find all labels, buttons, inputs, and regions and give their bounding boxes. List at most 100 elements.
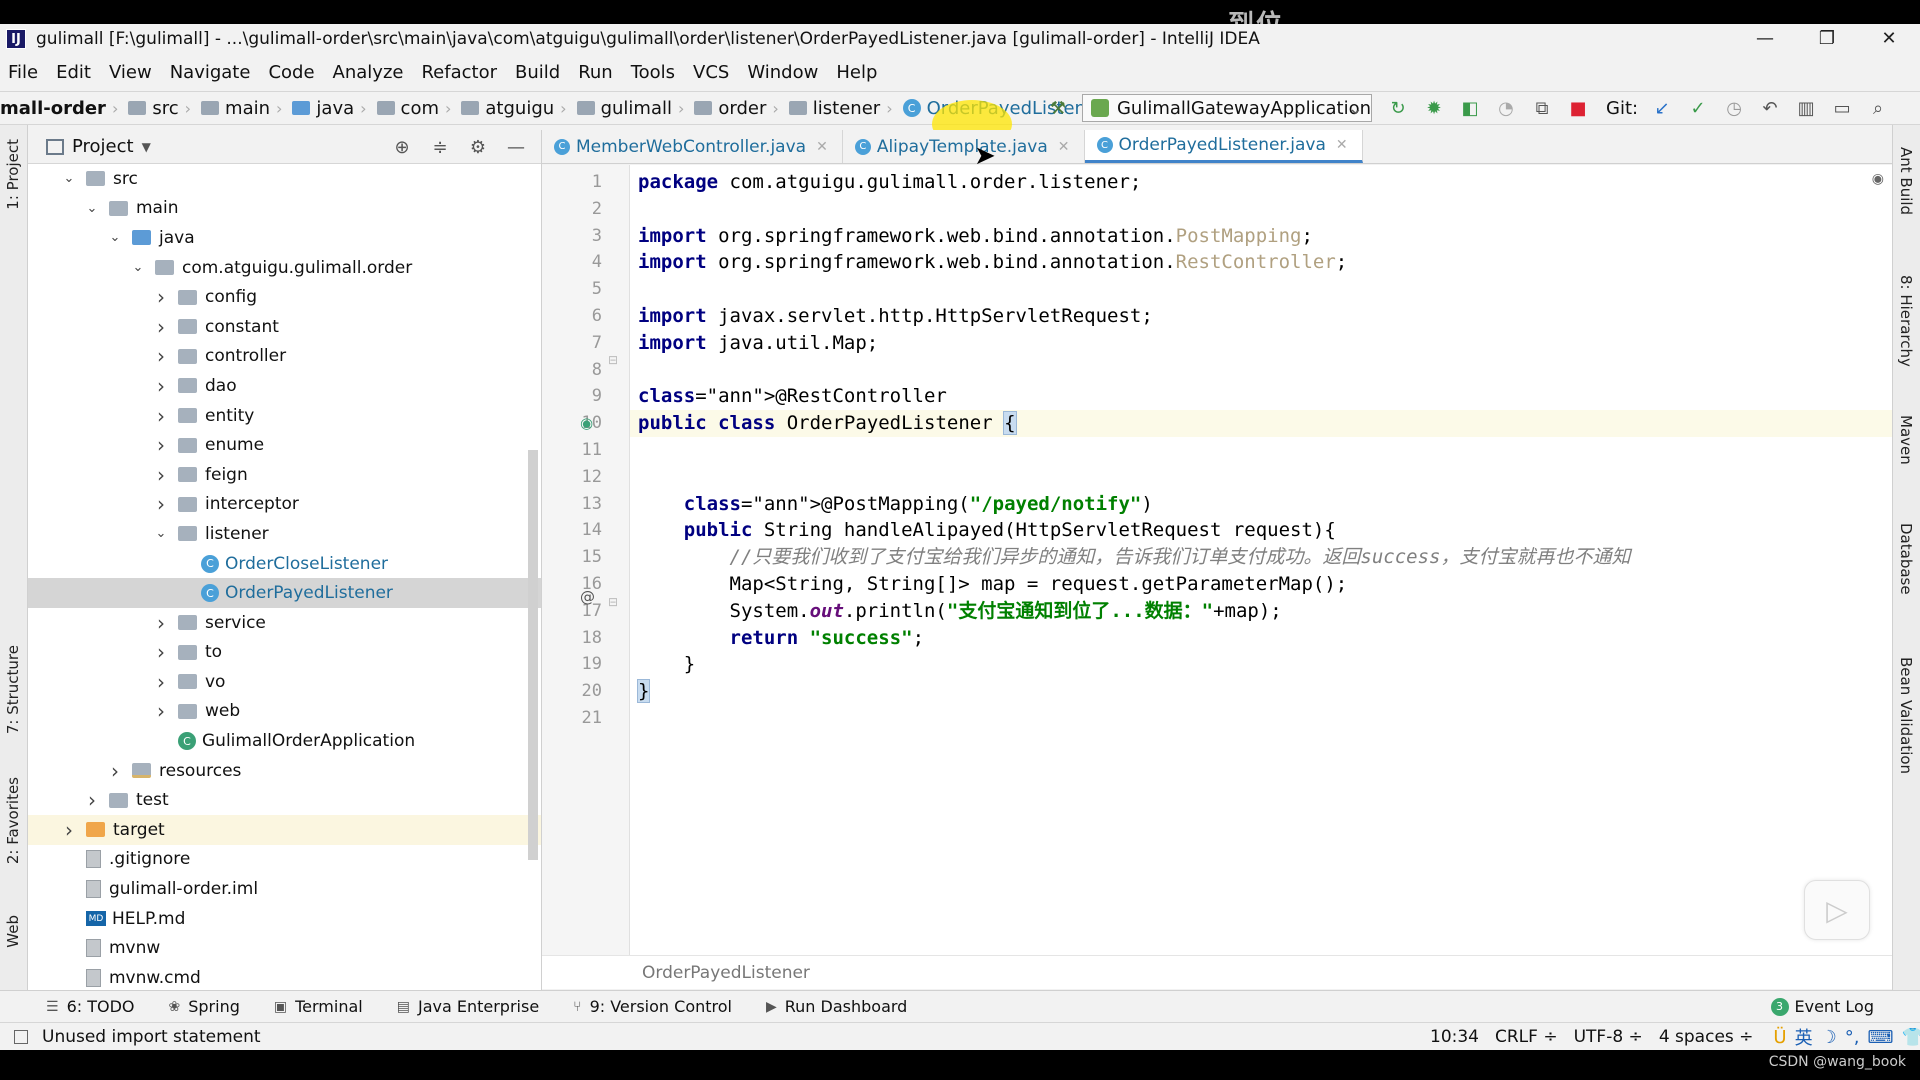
tree-item[interactable]: ⌄ src bbox=[28, 164, 541, 194]
project-view-select[interactable]: Project ▼ bbox=[46, 136, 151, 157]
tab-hierarchy[interactable]: 8: Hierarchy bbox=[1897, 275, 1915, 367]
tree-item[interactable]: › vo bbox=[28, 667, 541, 697]
chevron-right-icon[interactable]: › bbox=[154, 285, 168, 309]
chevron-right-icon[interactable]: › bbox=[154, 315, 168, 339]
ime-logo-icon[interactable]: Ü bbox=[1773, 1027, 1786, 1048]
tree-item[interactable]: › service bbox=[28, 608, 541, 638]
tree-item[interactable]: C OrderPayedListener bbox=[28, 578, 541, 608]
tab-database[interactable]: Database bbox=[1897, 523, 1915, 595]
editor-breadcrumb[interactable]: OrderPayedListener bbox=[542, 955, 1892, 989]
menu-vcs[interactable]: VCS bbox=[685, 62, 739, 83]
chevron-right-icon[interactable]: › bbox=[154, 699, 168, 723]
close-icon[interactable]: ✕ bbox=[1858, 24, 1920, 52]
git-update-icon[interactable]: ↙ bbox=[1651, 97, 1673, 119]
ime-keyboard-icon[interactable]: ⌨ bbox=[1867, 1027, 1893, 1048]
code-line[interactable]: } bbox=[638, 651, 1888, 678]
bean-icon[interactable]: ◉ bbox=[580, 414, 593, 432]
menu-tools[interactable]: Tools bbox=[623, 62, 685, 83]
code-line[interactable]: Map<String, String[]> map = request.getP… bbox=[638, 571, 1888, 598]
line-separator[interactable]: CRLF ÷ bbox=[1495, 1027, 1558, 1047]
history-icon[interactable]: ◷ bbox=[1723, 97, 1745, 119]
tool-todo[interactable]: ☰ 6: TODO bbox=[46, 997, 135, 1016]
tree-item[interactable]: ⌄ listener bbox=[28, 519, 541, 549]
tree-item[interactable]: mvnw bbox=[28, 933, 541, 963]
chevron-down-icon[interactable]: ⌄ bbox=[154, 526, 168, 541]
chevron-right-icon[interactable]: › bbox=[154, 611, 168, 635]
code-line[interactable]: //只要我们收到了支付宝给我们异步的通知，告诉我们订单支付成功。返回succes… bbox=[638, 544, 1888, 571]
code-line[interactable] bbox=[638, 196, 1888, 223]
chevron-right-icon[interactable]: › bbox=[154, 492, 168, 516]
menu-refactor[interactable]: Refactor bbox=[413, 62, 507, 83]
caret-position[interactable]: 10:34 bbox=[1430, 1027, 1479, 1047]
tab-alipaytemplate[interactable]: C AlipayTemplate.java ✕ bbox=[843, 130, 1085, 163]
breadcrumb-order[interactable]: order bbox=[684, 98, 766, 119]
hide-icon[interactable]: — bbox=[503, 134, 529, 160]
event-log-button[interactable]: 3 Event Log bbox=[1770, 997, 1874, 1016]
profile-icon[interactable]: ◔ bbox=[1495, 97, 1517, 119]
breadcrumb-gulimall[interactable]: gulimall bbox=[567, 98, 672, 119]
eye-icon[interactable]: ◉ bbox=[1872, 171, 1884, 187]
code-line[interactable] bbox=[638, 464, 1888, 491]
tool-terminal[interactable]: ▣ Terminal bbox=[274, 997, 363, 1016]
tree-item[interactable]: › config bbox=[28, 282, 541, 312]
gear-icon[interactable]: ⚙ bbox=[465, 134, 491, 160]
tree-item[interactable]: › enume bbox=[28, 430, 541, 460]
restore-icon[interactable]: ❐ bbox=[1796, 24, 1858, 52]
ime-lang[interactable]: 英 bbox=[1795, 1024, 1813, 1050]
tool-version-control[interactable]: ⑂ 9: Version Control bbox=[573, 997, 732, 1016]
revert-icon[interactable]: ↶ bbox=[1759, 97, 1781, 119]
tree-item[interactable]: › test bbox=[28, 785, 541, 815]
tree-item[interactable]: › constant bbox=[28, 312, 541, 342]
tab-ant-build[interactable]: Ant Build bbox=[1897, 147, 1915, 215]
tree-item[interactable]: gulimall-order.iml bbox=[28, 874, 541, 904]
close-icon[interactable]: ✕ bbox=[1058, 139, 1070, 155]
minimize-icon[interactable]: — bbox=[1734, 24, 1796, 52]
locate-icon[interactable]: ⊕ bbox=[389, 134, 415, 160]
chevron-right-icon[interactable]: › bbox=[62, 818, 76, 842]
tab-project[interactable]: 1: Project bbox=[4, 139, 22, 210]
chevron-down-icon[interactable]: ⌄ bbox=[85, 201, 99, 216]
code-line[interactable]: class="ann">@RestController bbox=[638, 383, 1888, 410]
chevron-right-icon[interactable]: › bbox=[154, 433, 168, 457]
tree-item[interactable]: › dao bbox=[28, 371, 541, 401]
tree-item[interactable]: mvnw.cmd bbox=[28, 963, 541, 990]
project-scrollbar[interactable] bbox=[528, 450, 538, 860]
tree-item[interactable]: C GulimallOrderApplication bbox=[28, 726, 541, 756]
project-structure-icon[interactable]: ▥ bbox=[1795, 97, 1817, 119]
chevron-down-icon[interactable]: ⌄ bbox=[131, 260, 145, 275]
code-line[interactable]: import java.util.Map; bbox=[638, 330, 1888, 357]
code-line[interactable] bbox=[638, 437, 1888, 464]
tool-java-enterprise[interactable]: ▤ Java Enterprise bbox=[397, 997, 539, 1016]
tool-run-dashboard[interactable]: ▶ Run Dashboard bbox=[766, 997, 907, 1016]
ime-punct-icon[interactable]: °, bbox=[1845, 1027, 1860, 1048]
debug-icon[interactable]: ✹ bbox=[1423, 97, 1445, 119]
chevron-right-icon[interactable]: › bbox=[154, 670, 168, 694]
collapse-all-icon[interactable]: ≑ bbox=[427, 134, 453, 160]
run-config-select[interactable]: GulimallGatewayApplication ⌄ bbox=[1082, 94, 1372, 122]
tree-item[interactable]: › to bbox=[28, 638, 541, 668]
play-icon[interactable]: ▷ bbox=[1804, 880, 1870, 940]
code-line[interactable]: class="ann">@PostMapping("/payed/notify"… bbox=[638, 491, 1888, 518]
chevron-right-icon[interactable]: › bbox=[154, 344, 168, 368]
code-line[interactable]: public String handleAlipayed(HttpServlet… bbox=[638, 517, 1888, 544]
chevron-right-icon[interactable]: › bbox=[108, 759, 122, 783]
code-line[interactable]: return "success"; bbox=[638, 625, 1888, 652]
git-commit-icon[interactable]: ✓ bbox=[1687, 97, 1709, 119]
menu-edit[interactable]: Edit bbox=[48, 62, 101, 83]
breadcrumb-java[interactable]: java bbox=[282, 98, 354, 119]
chevron-right-icon[interactable]: › bbox=[154, 404, 168, 428]
tree-item[interactable]: › controller bbox=[28, 342, 541, 372]
toggle-tool-windows-icon[interactable] bbox=[14, 1029, 28, 1044]
close-icon[interactable]: ✕ bbox=[816, 139, 828, 155]
chevron-down-icon[interactable]: ⌄ bbox=[62, 171, 76, 186]
tree-item[interactable]: › interceptor bbox=[28, 490, 541, 520]
tool-spring[interactable]: ❀ Spring bbox=[169, 997, 240, 1016]
code-line[interactable]: import org.springframework.web.bind.anno… bbox=[638, 249, 1888, 276]
file-encoding[interactable]: UTF-8 ÷ bbox=[1574, 1027, 1643, 1047]
code-line[interactable]: public class OrderPayedListener { bbox=[638, 410, 1888, 437]
fold-icon[interactable]: ⊟ bbox=[608, 595, 618, 609]
menu-navigate[interactable]: Navigate bbox=[162, 62, 261, 83]
breadcrumb-atguigu[interactable]: atguigu bbox=[451, 98, 554, 119]
tab-favorites[interactable]: 2: Favorites bbox=[4, 777, 22, 864]
tab-maven[interactable]: Maven bbox=[1897, 415, 1915, 465]
